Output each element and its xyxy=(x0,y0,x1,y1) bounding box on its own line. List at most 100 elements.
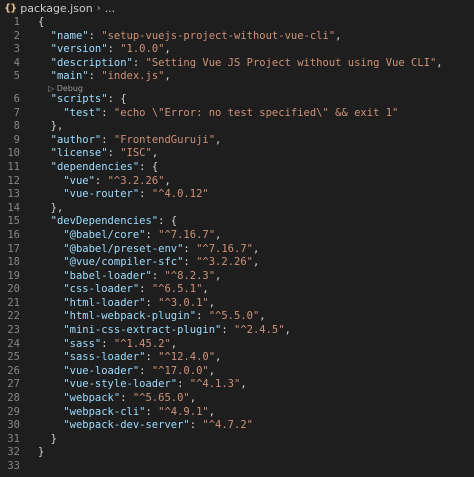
json-punctuation: : { xyxy=(139,160,159,173)
json-key: "vue-style-loader" xyxy=(63,378,178,391)
line-number: 16 xyxy=(7,228,20,241)
json-punctuation: }, xyxy=(38,120,64,133)
debug-codelens-label[interactable]: ▷ Debug xyxy=(48,84,83,93)
line-number: 13 xyxy=(7,188,20,201)
json-key: "mini-css-extract-plugin" xyxy=(63,324,222,337)
code-line[interactable]: 26 "vue-loader": "^17.0.0", xyxy=(0,365,474,379)
code-line[interactable]: 28 "webpack": "^5.65.0", xyxy=(0,392,474,406)
json-punctuation xyxy=(38,283,63,295)
code-line[interactable]: 25 "sass-loader": "^12.4.0", xyxy=(0,351,474,365)
code-line[interactable]: 17 "@babel/preset-env": "^7.16.7", xyxy=(0,243,474,257)
debug-label: Debug xyxy=(56,83,84,93)
json-punctuation: , xyxy=(189,392,197,405)
code-line[interactable]: 9 "author": "FrontendGuruji", xyxy=(0,134,474,148)
code-line[interactable]: 14 }, xyxy=(0,202,474,216)
json-string: "^5.5.0" xyxy=(208,310,260,323)
code-line[interactable]: 2 "name": "setup-vuejs-project-without-v… xyxy=(0,30,474,44)
code-line[interactable]: 20 "css-loader": "^6.5.1", xyxy=(0,283,474,297)
code-text: "description": "Setting Vue JS Project w… xyxy=(38,57,443,71)
line-number: 28 xyxy=(7,392,20,405)
code-line[interactable]: 23 "mini-css-extract-plugin": "^2.4.5", xyxy=(0,324,474,338)
json-key: "html-webpack-plugin" xyxy=(63,310,197,323)
json-punctuation xyxy=(38,175,63,187)
breadcrumb-more[interactable]: ... xyxy=(105,2,116,15)
json-key: "vue-loader" xyxy=(63,364,140,377)
code-line[interactable]: 5 "main": "index.js", xyxy=(0,70,474,84)
json-string: "^6.5.1" xyxy=(151,283,203,296)
json-key: "vue" xyxy=(63,174,95,187)
breadcrumb-file[interactable]: package.json xyxy=(20,2,92,15)
code-line[interactable]: 7 "test": "echo \"Error: no test specifi… xyxy=(0,107,474,121)
code-line[interactable]: 32} xyxy=(0,446,474,460)
code-line[interactable]: 10 "license": "ISC", xyxy=(0,147,474,161)
code-line[interactable]: 11 "dependencies": { xyxy=(0,161,474,175)
json-punctuation: : xyxy=(189,419,203,432)
code-line[interactable]: 3 "version": "1.0.0", xyxy=(0,43,474,57)
json-punctuation xyxy=(38,324,63,336)
json-punctuation: : xyxy=(101,337,114,350)
json-key: "dependencies" xyxy=(50,160,140,173)
json-punctuation: , xyxy=(202,283,209,296)
json-string: "^3.2.26" xyxy=(107,174,165,187)
json-punctuation xyxy=(38,419,63,431)
code-line[interactable]: 1{ xyxy=(0,16,474,30)
json-key: "main" xyxy=(50,70,89,83)
json-punctuation: } xyxy=(38,432,57,445)
json-punctuation: } xyxy=(38,446,45,459)
json-punctuation xyxy=(38,30,51,42)
json-string: "^1.45.2" xyxy=(113,337,171,350)
code-line[interactable]: 30 "webpack-dev-server": "^4.7.2" xyxy=(0,419,474,433)
json-string: "^3.0.1" xyxy=(158,296,209,309)
code-text: "vue": "^3.2.26", xyxy=(38,175,171,189)
code-text: "mini-css-extract-plugin": "^2.4.5", xyxy=(38,324,291,338)
json-key: "@vue/compiler-sfc" xyxy=(63,256,184,269)
line-number: 4 xyxy=(13,56,20,69)
json-string: "^12.4.0" xyxy=(158,351,216,364)
breadcrumb: {} package.json › ... xyxy=(0,0,474,16)
json-key: "description" xyxy=(50,56,133,69)
code-line[interactable]: 19 "babel-loader": "^8.2.3", xyxy=(0,270,474,284)
play-icon: ▷ xyxy=(48,83,57,93)
json-key: "devDependencies" xyxy=(50,215,159,228)
json-key: "test" xyxy=(63,106,102,119)
code-line[interactable]: 6 "scripts": { xyxy=(0,93,474,107)
json-punctuation: , xyxy=(164,43,171,56)
code-text: }, xyxy=(38,120,64,134)
line-number: 12 xyxy=(7,174,20,187)
code-line[interactable]: 29 "webpack-cli": "^4.9.1", xyxy=(0,406,474,420)
code-text: "sass": "^1.45.2", xyxy=(38,338,177,352)
code-line[interactable]: 24 "sass": "^1.45.2", xyxy=(0,338,474,352)
code-text: "name": "setup-vuejs-project-without-vue… xyxy=(38,30,342,44)
code-line[interactable]: 13 "vue-router": "^4.0.12" xyxy=(0,188,474,202)
code-line[interactable]: 15 "devDependencies": { xyxy=(0,215,474,229)
chevron-right-icon: › xyxy=(96,2,101,14)
code-line[interactable]: 31 } xyxy=(0,433,474,447)
json-punctuation xyxy=(38,270,63,282)
json-string: "^3.2.26" xyxy=(196,256,253,269)
json-string: "^4.9.1" xyxy=(158,405,209,418)
json-punctuation: : xyxy=(151,269,165,282)
json-key: "sass-loader" xyxy=(63,351,146,364)
code-line[interactable]: 27 "vue-style-loader": "^4.1.3", xyxy=(0,378,474,392)
json-punctuation: , xyxy=(151,147,159,160)
json-punctuation: : xyxy=(183,256,197,269)
code-text: "vue-style-loader": "^4.1.3", xyxy=(38,378,246,392)
code-line[interactable]: 8 }, xyxy=(0,120,474,134)
json-string: "1.0.0" xyxy=(120,43,165,56)
json-key: "license" xyxy=(50,147,108,160)
code-line[interactable]: 4 "description": "Setting Vue JS Project… xyxy=(0,57,474,71)
code-editor[interactable]: 1{2 "name": "setup-vuejs-project-without… xyxy=(0,16,474,474)
json-punctuation xyxy=(38,378,63,390)
code-text: "@babel/preset-env": "^7.16.7", xyxy=(38,243,259,257)
code-line[interactable]: 16 "@babel/core": "^7.16.7", xyxy=(0,229,474,243)
code-line[interactable]: 33 xyxy=(0,460,474,474)
json-punctuation: , xyxy=(208,364,216,377)
json-string: "ISC" xyxy=(120,147,152,160)
debug-codelens[interactable]: ▷ Debug xyxy=(0,84,474,93)
line-number: 23 xyxy=(7,324,20,337)
code-line[interactable]: 12 "vue": "^3.2.26", xyxy=(0,175,474,189)
code-line[interactable]: 22 "html-webpack-plugin": "^5.5.0", xyxy=(0,310,474,324)
code-text: "@babel/core": "^7.16.7", xyxy=(38,229,221,243)
code-line[interactable]: 21 "html-loader": "^3.0.1", xyxy=(0,297,474,311)
code-line[interactable]: 18 "@vue/compiler-sfc": "^3.2.26", xyxy=(0,256,474,270)
